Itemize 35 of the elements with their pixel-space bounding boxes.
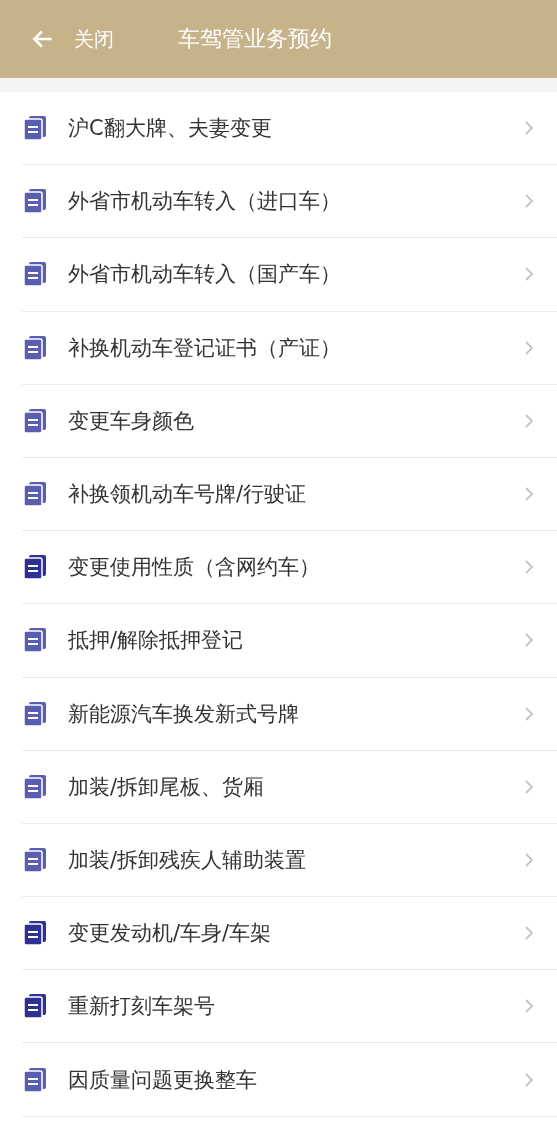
service-item[interactable]: 外省市机动车转入（进口车） (22, 165, 557, 239)
service-label: 抵押/解除抵押登记 (68, 627, 245, 655)
service-label: 变更使用性质（含网约车） (68, 554, 321, 582)
service-label: 加装/拆卸残疾人辅助装置 (68, 846, 308, 874)
chevron-right-icon (523, 411, 535, 430)
service-item[interactable]: 变更车身颜色 (22, 384, 557, 458)
service-item[interactable]: 沪C翻大牌、夫妻变更 (22, 92, 557, 166)
chevron-right-icon (523, 777, 535, 796)
service-label: 加装/拆卸尾板、货厢 (68, 773, 266, 801)
chevron-right-icon (523, 1070, 535, 1089)
service-item[interactable]: 重新打刻车架号 (22, 970, 557, 1044)
service-label: 外省市机动车转入（进口车） (68, 188, 342, 216)
chevron-right-icon (523, 704, 535, 723)
service-item[interactable]: 加装/拆卸残疾人辅助装置 (22, 823, 557, 898)
service-item[interactable]: 变更发动机/车身/车架 (22, 897, 557, 971)
page-title: 车驾管业务预约 (178, 25, 332, 53)
service-item[interactable]: 外省市机动车转入（国产车） (22, 238, 557, 312)
service-item[interactable]: 变更使用性质（含网约车） (22, 531, 557, 605)
service-item[interactable]: 抵押/解除抵押登记 (22, 604, 557, 678)
chevron-right-icon (523, 338, 535, 357)
service-label: 外省市机动车转入（国产车） (68, 261, 342, 289)
service-label: 重新打刻车架号 (68, 993, 216, 1021)
service-item[interactable]: 新能源汽车换发新式号牌 (22, 677, 557, 751)
service-label: 补换机动车登记证书（产证） (68, 334, 342, 362)
service-label: 变更车身颜色 (68, 407, 195, 435)
chevron-right-icon (523, 850, 535, 869)
service-label: 新能源汽车换发新式号牌 (68, 700, 300, 728)
service-item[interactable]: 因质量问题更换整车 (22, 1043, 557, 1117)
service-item[interactable]: 加装/拆卸尾板、货厢 (22, 750, 557, 824)
service-item[interactable]: 补换领机动车号牌/行驶证 (22, 457, 557, 532)
service-label: 沪C翻大牌、夫妻变更 (68, 115, 273, 143)
service-label: 补换领机动车号牌/行驶证 (68, 481, 308, 509)
service-item[interactable]: 补换机动车登记证书（产证） (22, 311, 557, 385)
service-label: 变更发动机/车身/车架 (68, 920, 273, 948)
service-label: 因质量问题更换整车 (68, 1066, 258, 1094)
